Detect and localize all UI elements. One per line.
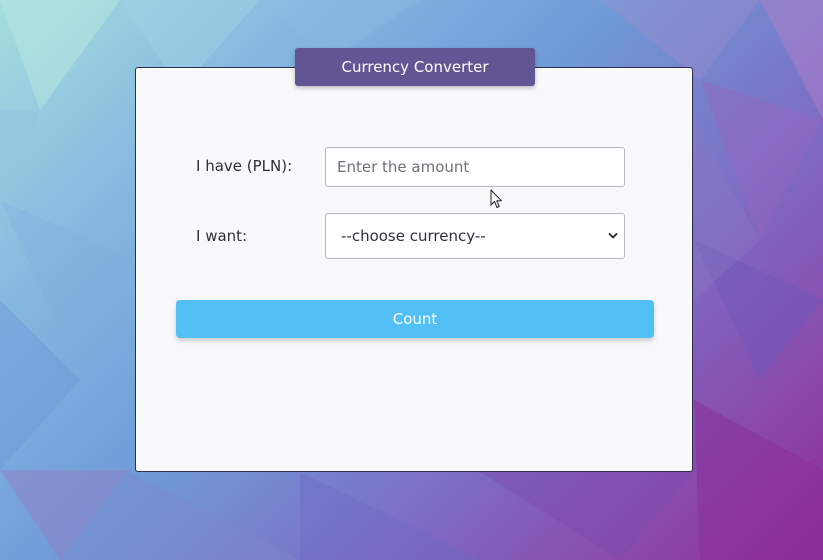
amount-label: I have (PLN): — [196, 157, 293, 175]
converter-card — [135, 67, 693, 472]
currency-label: I want: — [196, 227, 248, 245]
currency-select[interactable]: --choose currency-- — [325, 213, 625, 259]
count-button[interactable]: Count — [176, 300, 654, 338]
amount-input[interactable] — [325, 147, 625, 187]
page-title: Currency Converter — [295, 48, 535, 86]
mouse-cursor-icon — [490, 189, 502, 208]
currency-select-value: --choose currency-- — [341, 227, 486, 245]
chevron-down-icon — [608, 233, 618, 239]
